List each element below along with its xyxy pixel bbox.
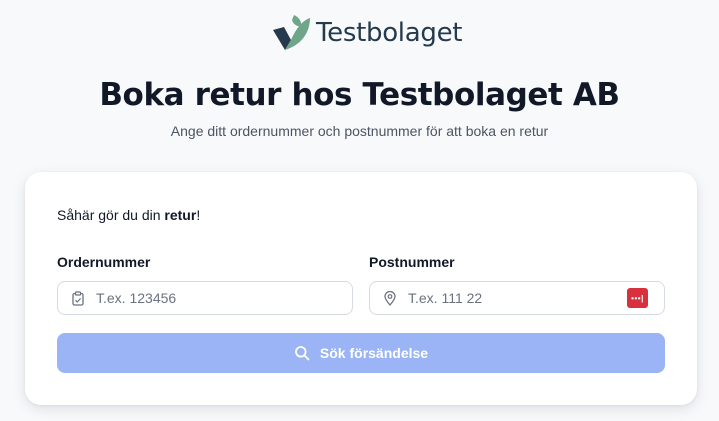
instruction-suffix: ! bbox=[196, 207, 201, 223]
search-shipment-button[interactable]: Sök försändelse bbox=[57, 333, 665, 373]
instruction-text: Såhär gör du din retur! bbox=[57, 207, 200, 223]
map-pin-icon bbox=[382, 290, 398, 306]
page-title: Boka retur hos Testbolaget AB bbox=[99, 77, 620, 113]
clipboard-icon bbox=[70, 290, 86, 306]
return-form-card: Såhär gör du din retur! Ordernummer Post… bbox=[25, 172, 697, 405]
password-manager-icon[interactable]: •••| bbox=[627, 288, 648, 308]
order-number-input[interactable] bbox=[96, 290, 352, 306]
order-number-field[interactable] bbox=[57, 281, 353, 315]
brand-logo: Testbolaget bbox=[272, 14, 462, 52]
postal-code-label: Postnummer bbox=[369, 254, 455, 270]
postal-code-input[interactable] bbox=[408, 290, 627, 306]
instruction-prefix: Såhär gör du din bbox=[57, 207, 165, 223]
brand-name: Testbolaget bbox=[316, 18, 463, 48]
search-shipment-label: Sök försändelse bbox=[319, 345, 429, 361]
order-number-label: Ordernummer bbox=[57, 254, 151, 270]
page-subtitle: Ange ditt ordernummer och postnummer för… bbox=[170, 123, 549, 139]
postal-code-field[interactable]: •••| bbox=[369, 281, 665, 315]
search-icon bbox=[295, 346, 310, 361]
logo-mark-icon bbox=[273, 15, 310, 50]
instruction-bold: retur bbox=[164, 207, 197, 223]
